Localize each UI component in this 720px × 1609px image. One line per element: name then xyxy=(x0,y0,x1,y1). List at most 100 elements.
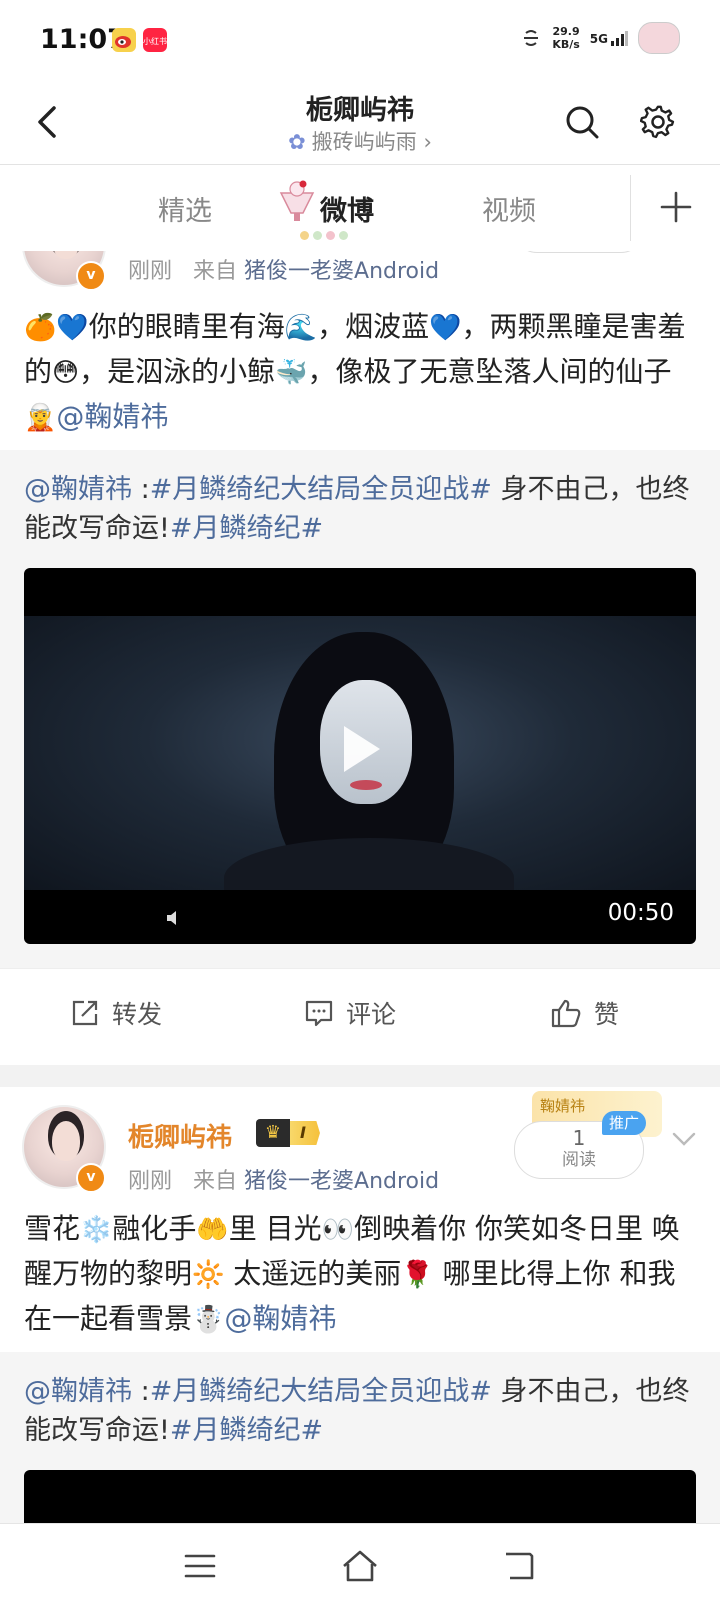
topic-link[interactable]: #月鳞绮纪大结局全员迎战# xyxy=(150,1376,492,1407)
menu-icon[interactable] xyxy=(178,1544,222,1588)
retweet-mention[interactable]: @鞠婧祎 xyxy=(24,1376,132,1407)
post-text-part: 太遥远的美丽 xyxy=(224,1257,402,1290)
nfc-icon xyxy=(524,30,539,46)
rose-emoji: 🌹 xyxy=(401,1260,434,1290)
sun-emoji: 🔆 xyxy=(192,1260,225,1290)
search-button[interactable] xyxy=(554,94,610,150)
promo-card-text: 鞠婧祎 xyxy=(540,1097,586,1115)
video-player[interactable]: 00:50 xyxy=(24,568,696,944)
search-icon xyxy=(566,106,599,139)
wave-emoji: 🌊 xyxy=(284,313,318,343)
status-right: 29.9 KB/s 5G xyxy=(520,22,680,54)
nav-bar: 栀卿屿祎 ✿ 搬砖屿屿雨 › xyxy=(0,80,720,165)
flushed-emoji: 😳 xyxy=(52,358,80,388)
back-nav-icon[interactable] xyxy=(498,1544,542,1588)
tab-video[interactable]: 视频 xyxy=(482,189,536,228)
repost-label: 转发 xyxy=(112,1000,163,1029)
orange-emoji: 🍊 xyxy=(24,313,57,343)
vip-level-badge[interactable]: ♛ I xyxy=(256,1119,320,1147)
whale-emoji: 🐳 xyxy=(275,358,308,388)
comment-icon xyxy=(305,1000,333,1027)
fairy-emoji: 🧝 xyxy=(24,403,57,433)
battery-avatar-icon xyxy=(638,22,680,54)
post-card[interactable]: v 栀卿屿祎 ♛ I 刚刚 来自 猪俊一老婆Android 鞠婧祎 1 阅读 推… xyxy=(0,1087,720,1523)
weibo-icon xyxy=(112,28,136,52)
promoted-badge: 推广 xyxy=(602,1111,646,1135)
post-text[interactable]: 雪花❄️融化手🤲里 目光👀倒映着你 你笑如冬日里 唤醒万物的黎明🔆 太遥远的美丽… xyxy=(0,1199,720,1352)
clover-icon: ✿ xyxy=(288,130,306,154)
svg-text:小红书: 小红书 xyxy=(143,36,167,46)
subtitle-text: 搬砖屿屿雨 xyxy=(311,130,417,154)
tab-featured[interactable]: 精选 xyxy=(158,189,212,228)
retweet-card[interactable]: @鞠婧祎 :#月鳞绮纪大结局全员迎战# 身不由己，也终能改写命运!#月鳞绮纪# xyxy=(0,1352,720,1523)
verified-badge-icon: v xyxy=(76,261,106,291)
like-label: 赞 xyxy=(594,1000,620,1029)
play-icon[interactable] xyxy=(330,720,388,778)
comment-label: 评论 xyxy=(346,1000,397,1029)
post-text[interactable]: 🍊💙你的眼睛里有海🌊，烟波蓝💙，两颗黑瞳是害羞的😳，是泅泳的小鲸🐳，像极了无意坠… xyxy=(0,287,720,450)
verified-badge-icon: v xyxy=(76,1163,106,1193)
blue-heart-emoji: 💙 xyxy=(429,313,462,343)
username[interactable]: 栀卿屿祎 xyxy=(128,1117,232,1154)
retweet-card[interactable]: @鞠婧祎 :#月鳞绮纪大结局全员迎战# 身不由己，也终能改写命运!#月鳞绮纪# … xyxy=(0,450,720,968)
crown-icon: ♛ xyxy=(256,1119,290,1147)
video-duration: 00:50 xyxy=(607,900,674,926)
gear-icon xyxy=(640,105,675,139)
status-bar: 11:07 小红书 29.9 KB/s 5G xyxy=(0,0,720,80)
post-source[interactable]: 猪俊一老婆Android xyxy=(244,1169,439,1194)
read-count-pill[interactable]: 阅读 xyxy=(514,251,644,253)
sound-icon[interactable] xyxy=(164,908,184,928)
settings-button[interactable] xyxy=(630,94,686,150)
source-prefix: 来自 xyxy=(193,1169,238,1194)
vip-level: I xyxy=(290,1121,320,1145)
mention-link[interactable]: @鞠婧祎 xyxy=(224,1302,336,1335)
net-speed-value: 29.9 xyxy=(552,25,580,38)
mention-link[interactable]: @鞠婧祎 xyxy=(56,400,168,433)
retweet-text: @鞠婧祎 :#月鳞绮纪大结局全员迎战# 身不由己，也终能改写命运!#月鳞绮纪# xyxy=(24,470,696,548)
blue-heart-emoji: 💙 xyxy=(56,313,89,343)
chevron-right-icon: › xyxy=(423,130,432,154)
post-card[interactable]: v 刚刚 来自 猪俊一老婆Android 阅读 🍊💙你的眼睛里有海🌊，烟波蓝💙，… xyxy=(0,251,720,1065)
page-title: 栀卿屿祎 xyxy=(306,95,414,126)
post-time: 刚刚 xyxy=(128,1169,173,1194)
post-text-part: 融化手 xyxy=(112,1212,197,1245)
tab-weibo[interactable]: 微博 xyxy=(320,189,374,228)
repost-button[interactable]: 转发 xyxy=(70,995,162,1031)
chevron-down-icon[interactable] xyxy=(670,1125,698,1153)
post-source[interactable]: 猪俊一老婆Android xyxy=(244,259,439,284)
system-nav-bar xyxy=(0,1523,720,1609)
video-player[interactable] xyxy=(24,1470,696,1523)
network-type: 5G xyxy=(589,32,608,46)
eyes-emoji: 👀 xyxy=(321,1215,355,1245)
read-label: 阅读 xyxy=(562,1150,596,1170)
retweet-colon: : xyxy=(132,1376,150,1407)
add-tab-icon[interactable] xyxy=(652,183,700,231)
post-header: v 刚刚 来自 猪俊一老婆Android 阅读 xyxy=(0,251,720,291)
tab-divider xyxy=(630,175,631,241)
retweet-colon: : xyxy=(132,474,150,505)
feed[interactable]: v 刚刚 来自 猪俊一老婆Android 阅读 🍊💙你的眼睛里有海🌊，烟波蓝💙，… xyxy=(0,251,720,1523)
like-button[interactable]: 赞 xyxy=(550,995,619,1031)
snowman-emoji: ☃️ xyxy=(192,1305,225,1335)
topic-link[interactable]: #月鳞绮纪# xyxy=(170,513,323,544)
topic-link[interactable]: #月鳞绮纪# xyxy=(170,1415,323,1446)
nav-subtitle[interactable]: ✿ 搬砖屿屿雨 › xyxy=(0,126,720,156)
parfait-icon xyxy=(279,180,315,221)
retweet-text: @鞠婧祎 :#月鳞绮纪大结局全员迎战# 身不由己，也终能改写命运!#月鳞绮纪# xyxy=(24,1372,696,1450)
post-text-part: 里 目光 xyxy=(228,1212,322,1245)
post-time: 刚刚 xyxy=(128,259,173,284)
tab-bar: 精选 微博 视频 xyxy=(0,165,720,251)
retweet-mention[interactable]: @鞠婧祎 xyxy=(24,474,132,505)
post-actions: 转发 评论 赞 xyxy=(0,968,720,1065)
net-speed-unit: KB/s xyxy=(552,38,580,51)
post-header: v 栀卿屿祎 ♛ I 刚刚 来自 猪俊一老婆Android 鞠婧祎 1 阅读 推… xyxy=(0,1087,720,1199)
home-icon[interactable] xyxy=(338,1544,382,1588)
post-text-part: 雪花 xyxy=(24,1212,81,1245)
net-speed: 29.9 KB/s xyxy=(552,25,579,51)
thumbs-up-icon xyxy=(551,999,581,1028)
snowflake-emoji: ❄️ xyxy=(80,1215,113,1245)
topic-link[interactable]: #月鳞绮纪大结局全员迎战# xyxy=(150,474,492,505)
share-icon xyxy=(72,1000,98,1026)
source-prefix: 来自 xyxy=(193,259,238,284)
comment-button[interactable]: 评论 xyxy=(304,995,396,1031)
